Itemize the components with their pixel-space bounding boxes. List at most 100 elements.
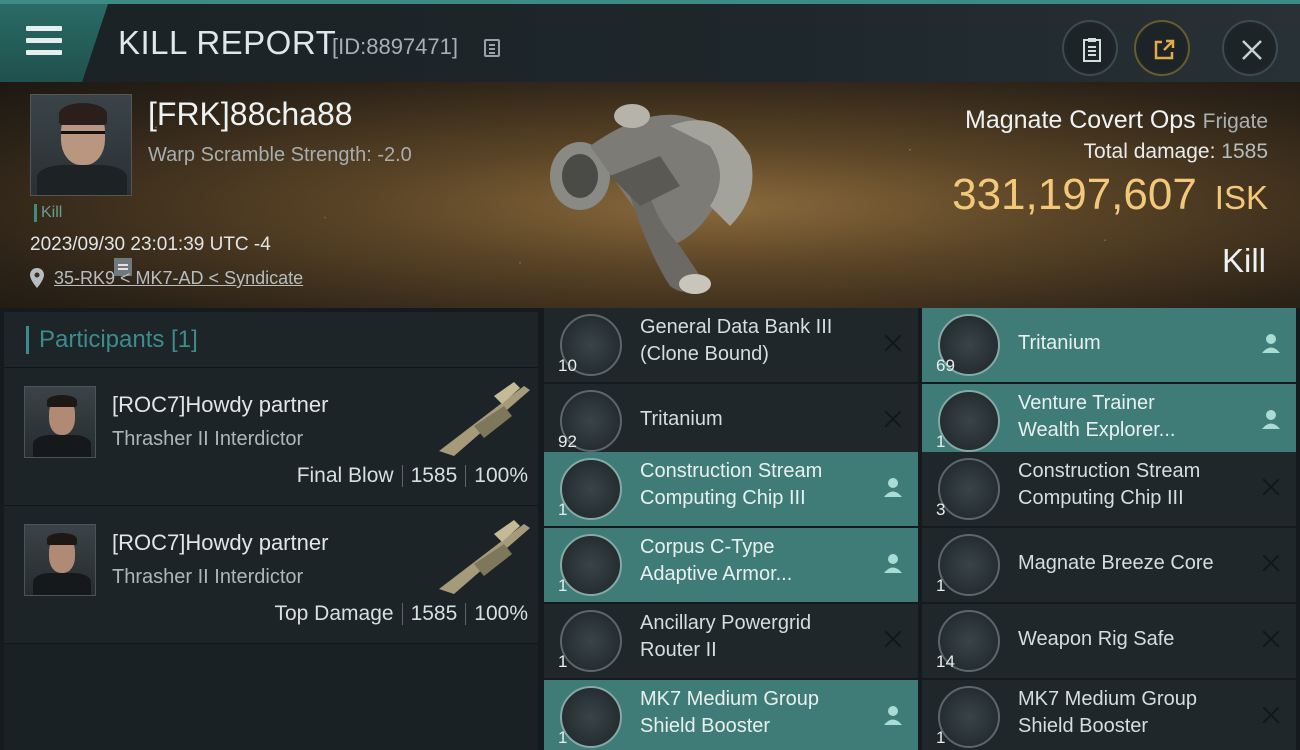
item-row[interactable]: 10 General Data Bank III (Clone Bound) — [544, 308, 918, 382]
avatar-hair — [47, 533, 77, 545]
item-quantity: 1 — [558, 728, 568, 747]
item-name-line: Tritanium — [1018, 332, 1101, 354]
participant-row[interactable]: [ROC7]Howdy partner Thrasher II Interdic… — [4, 368, 538, 506]
avatar-glasses — [61, 131, 105, 143]
item-name-line: Construction Stream — [640, 460, 823, 482]
kill-tag: Kill — [34, 204, 62, 222]
item-row[interactable]: 1 Venture Trainer Wealth Explorer... — [922, 384, 1296, 458]
participants-panel: Participants [1] [ROC7]Howdy partner Thr… — [4, 312, 538, 750]
item-row[interactable]: 1 Corpus C-Type Adaptive Armor... — [544, 528, 918, 602]
avatar-body — [37, 165, 127, 195]
item-row[interactable]: 1 MK7 Medium Group Shield Booster — [922, 680, 1296, 750]
divider — [465, 465, 467, 488]
ship-image[interactable] — [520, 86, 780, 306]
total-damage-label: Total damage: — [1083, 140, 1216, 163]
item-name: Magnate Breeze Core — [1018, 550, 1268, 577]
menu-button[interactable] — [0, 4, 108, 82]
destroyed-x-icon — [1260, 628, 1282, 650]
destroyed-x-icon — [1260, 704, 1282, 726]
participant-stat-label: Final Blow — [296, 464, 394, 487]
shield-booster-icon — [560, 686, 622, 748]
participant-avatar[interactable] — [24, 386, 96, 458]
avatar-hair — [59, 103, 107, 125]
item-name-line: Computing Chip III — [1018, 487, 1184, 509]
participants-header: Participants [1] — [4, 312, 538, 368]
isk-value: 331,197,607 ISK — [952, 170, 1268, 220]
item-quantity: 10 — [558, 356, 577, 375]
avatar-body — [33, 573, 91, 595]
page-title: KILL REPORT — [118, 24, 337, 61]
copy-id-icon[interactable] — [484, 39, 500, 57]
item-quantity: 1 — [936, 432, 946, 451]
participants-title: Participants [1] — [26, 326, 198, 354]
participant-stats: Top Damage 1585 100% — [274, 602, 528, 626]
item-name-line: MK7 Medium Group — [640, 688, 819, 710]
item-name: General Data Bank III (Clone Bound) — [640, 314, 890, 368]
report-id: [ID:8897471] — [332, 34, 458, 59]
menu-icon — [26, 26, 62, 31]
destroyed-x-icon — [1260, 476, 1282, 498]
item-name-line: Construction Stream — [1018, 460, 1201, 482]
kill-datetime: 2023/09/30 23:01:39 UTC -4 — [30, 234, 271, 255]
divider — [465, 603, 467, 626]
item-name: Venture Trainer Wealth Explorer... — [1018, 390, 1268, 444]
item-row[interactable]: 1 Construction Stream Computing Chip III — [544, 452, 918, 526]
dropped-person-icon — [882, 552, 904, 574]
item-name-line: MK7 Medium Group — [1018, 688, 1197, 710]
item-row[interactable]: 14 Weapon Rig Safe — [922, 604, 1296, 678]
item-name: Construction Stream Computing Chip III — [1018, 458, 1268, 512]
item-name: Corpus C-Type Adaptive Armor... — [640, 534, 890, 588]
participant-percent: 100% — [474, 602, 528, 625]
item-quantity: 1 — [558, 576, 568, 595]
item-quantity: 1 — [558, 652, 568, 671]
victim-avatar[interactable] — [30, 94, 132, 196]
item-row[interactable]: 3 Construction Stream Computing Chip III — [922, 452, 1296, 526]
participant-ship: Thrasher II Interdictor — [112, 428, 304, 450]
item-quantity: 92 — [558, 432, 577, 451]
victim-ship[interactable]: Magnate Covert Ops Frigate — [965, 106, 1268, 135]
item-name: Weapon Rig Safe — [1018, 626, 1268, 653]
participant-row[interactable]: [ROC7]Howdy partner Thrasher II Interdic… — [4, 506, 538, 644]
clipboard-icon — [1083, 38, 1101, 62]
item-name: Tritanium — [640, 406, 890, 433]
core-icon — [938, 534, 1000, 596]
victim-name[interactable]: [FRK]88cha88 — [148, 96, 353, 133]
item-row[interactable]: 69 Tritanium — [922, 308, 1296, 382]
victim-panel: [FRK]88cha88 Warp Scramble Strength: -2.… — [0, 82, 1300, 308]
close-button[interactable] — [1222, 20, 1278, 76]
menu-icon-bar — [26, 38, 62, 43]
location-link[interactable]: 35-RK9 < MK7-AD < Syndicate — [54, 268, 303, 289]
item-row[interactable]: 1 MK7 Medium Group Shield Booster — [544, 680, 918, 750]
item-quantity: 1 — [558, 500, 568, 519]
item-name-line: Ancillary Powergrid — [640, 612, 812, 634]
destroyed-x-icon — [882, 332, 904, 354]
share-button[interactable] — [1134, 20, 1190, 76]
item-name-line: Computing Chip III — [640, 487, 806, 509]
divider — [401, 465, 403, 488]
avatar-hair — [47, 395, 77, 407]
item-quantity: 69 — [936, 356, 955, 375]
participant-ship: Thrasher II Interdictor — [112, 566, 304, 588]
result-label: Kill — [1221, 242, 1266, 279]
item-name: Tritanium — [1018, 330, 1268, 357]
item-name: MK7 Medium Group Shield Booster — [640, 686, 890, 740]
clipboard-button[interactable] — [1062, 20, 1118, 76]
ship-name-text: Magnate Covert Ops — [965, 106, 1196, 134]
chip-icon — [938, 458, 1000, 520]
item-name-line: Weapon Rig Safe — [1018, 628, 1175, 650]
item-name: MK7 Medium Group Shield Booster — [1018, 686, 1268, 740]
participant-ship-image — [439, 382, 530, 456]
share-icon — [1154, 39, 1175, 60]
item-name-line: Venture Trainer — [1018, 392, 1155, 414]
item-name: Ancillary Powergrid Router II — [640, 610, 890, 664]
participant-avatar[interactable] — [24, 524, 96, 596]
chip-icon — [560, 458, 622, 520]
close-icon — [1242, 40, 1262, 60]
armor-icon — [560, 534, 622, 596]
item-row[interactable]: 1 Ancillary Powergrid Router II — [544, 604, 918, 678]
item-row[interactable]: 1 Magnate Breeze Core — [922, 528, 1296, 602]
destroyed-x-icon — [882, 628, 904, 650]
item-row[interactable]: 92 Tritanium — [544, 384, 918, 458]
participant-damage: 1585 — [410, 464, 458, 487]
dropped-person-icon — [1260, 332, 1282, 354]
